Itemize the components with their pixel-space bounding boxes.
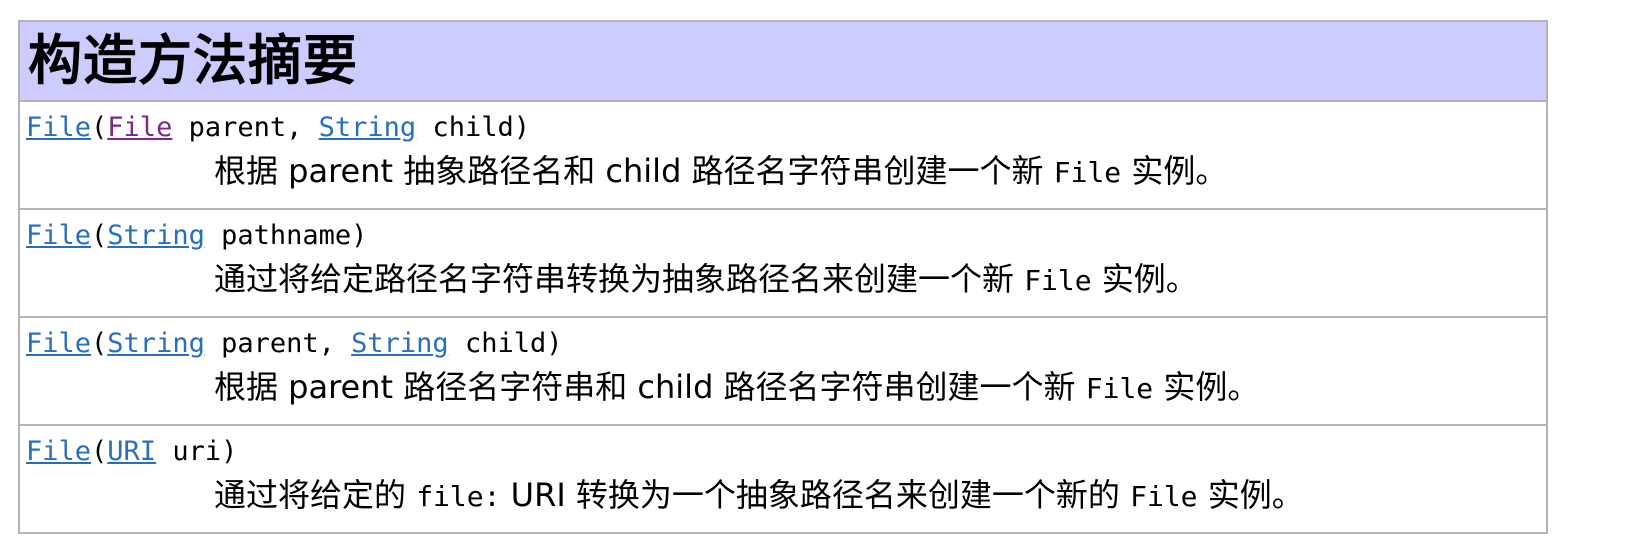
param-type-link[interactable]: String bbox=[107, 328, 205, 359]
param-name: parent, bbox=[172, 112, 319, 143]
description-text: URI 转换为一个抽象路径名来创建一个新的 bbox=[500, 476, 1131, 514]
constructor-signature: File(File parent, String child) bbox=[26, 110, 1546, 146]
table-header-row: 构造方法摘要 bbox=[18, 20, 1548, 102]
section-title: 构造方法摘要 bbox=[28, 29, 358, 92]
paren-close: ) bbox=[351, 220, 368, 251]
description-code: File bbox=[1053, 156, 1122, 189]
paren-open: ( bbox=[91, 436, 108, 467]
description-text: 通过将给定的 bbox=[214, 476, 417, 514]
description-text: 实例。 bbox=[1121, 152, 1228, 190]
description-code: File bbox=[1085, 372, 1154, 405]
constructor-cell: File(File parent, String child) 根据 paren… bbox=[18, 100, 1548, 210]
table-row: File(File parent, String child) 根据 paren… bbox=[18, 100, 1548, 210]
table-row: File(String pathname) 通过将给定路径名字符串转换为抽象路径… bbox=[18, 208, 1548, 318]
param-name: parent, bbox=[204, 328, 352, 359]
paren-close: ) bbox=[546, 328, 563, 359]
description-text: 根据 parent 抽象路径名和 child 路径名字符串创建一个新 bbox=[214, 152, 1054, 190]
param-name: pathname bbox=[204, 220, 352, 251]
constructor-signature: File(String parent, String child) bbox=[26, 326, 1546, 362]
description-text: 实例。 bbox=[1153, 368, 1260, 406]
constructor-description: 根据 parent 抽象路径名和 child 路径名字符串创建一个新 File … bbox=[26, 148, 1546, 196]
param-type-link[interactable]: URI bbox=[107, 436, 156, 467]
constructor-signature: File(String pathname) bbox=[26, 218, 1546, 254]
paren-close: ) bbox=[221, 436, 238, 467]
constructor-description: 通过将给定路径名字符串转换为抽象路径名来创建一个新 File 实例。 bbox=[26, 256, 1546, 304]
description-text: 通过将给定路径名字符串转换为抽象路径名来创建一个新 bbox=[214, 260, 1025, 298]
description-code: file: bbox=[416, 480, 501, 513]
param-type-link[interactable]: String bbox=[319, 112, 417, 143]
table-row: File(String parent, String child) 根据 par… bbox=[18, 316, 1548, 426]
constructor-cell: File(URI uri) 通过将给定的 file: URI 转换为一个抽象路径… bbox=[18, 424, 1548, 534]
paren-open: ( bbox=[91, 328, 108, 359]
param-name: child bbox=[448, 328, 547, 359]
param-type-link[interactable]: File bbox=[107, 112, 172, 143]
paren-open: ( bbox=[91, 220, 108, 251]
param-type-link[interactable]: String bbox=[107, 220, 205, 251]
description-code: File bbox=[1130, 480, 1198, 513]
table-row: File(URI uri) 通过将给定的 file: URI 转换为一个抽象路径… bbox=[18, 424, 1548, 534]
constructor-link[interactable]: File bbox=[26, 112, 91, 143]
table-header-cell: 构造方法摘要 bbox=[18, 20, 1548, 102]
param-type-link[interactable]: String bbox=[351, 328, 449, 359]
constructor-description: 通过将给定的 file: URI 转换为一个抽象路径名来创建一个新的 File … bbox=[26, 472, 1546, 520]
description-text: 实例。 bbox=[1197, 476, 1304, 514]
constructor-signature: File(URI uri) bbox=[26, 434, 1546, 470]
constructor-link[interactable]: File bbox=[26, 436, 91, 467]
description-code: File bbox=[1024, 264, 1092, 297]
constructor-description: 根据 parent 路径名字符串和 child 路径名字符串创建一个新 File… bbox=[26, 364, 1546, 412]
constructor-link[interactable]: File bbox=[26, 328, 91, 359]
paren-open: ( bbox=[91, 112, 108, 143]
constructor-link[interactable]: File bbox=[26, 220, 91, 251]
constructor-cell: File(String parent, String child) 根据 par… bbox=[18, 316, 1548, 426]
description-text: 实例。 bbox=[1091, 260, 1198, 298]
paren-close: ) bbox=[513, 112, 530, 143]
constructor-summary-table: 构造方法摘要 File(File parent, String child) 根… bbox=[18, 20, 1548, 534]
param-name: child bbox=[416, 112, 514, 143]
description-text: 根据 parent 路径名字符串和 child 路径名字符串创建一个新 bbox=[214, 368, 1086, 406]
param-name: uri bbox=[156, 436, 222, 467]
constructor-cell: File(String pathname) 通过将给定路径名字符串转换为抽象路径… bbox=[18, 208, 1548, 318]
